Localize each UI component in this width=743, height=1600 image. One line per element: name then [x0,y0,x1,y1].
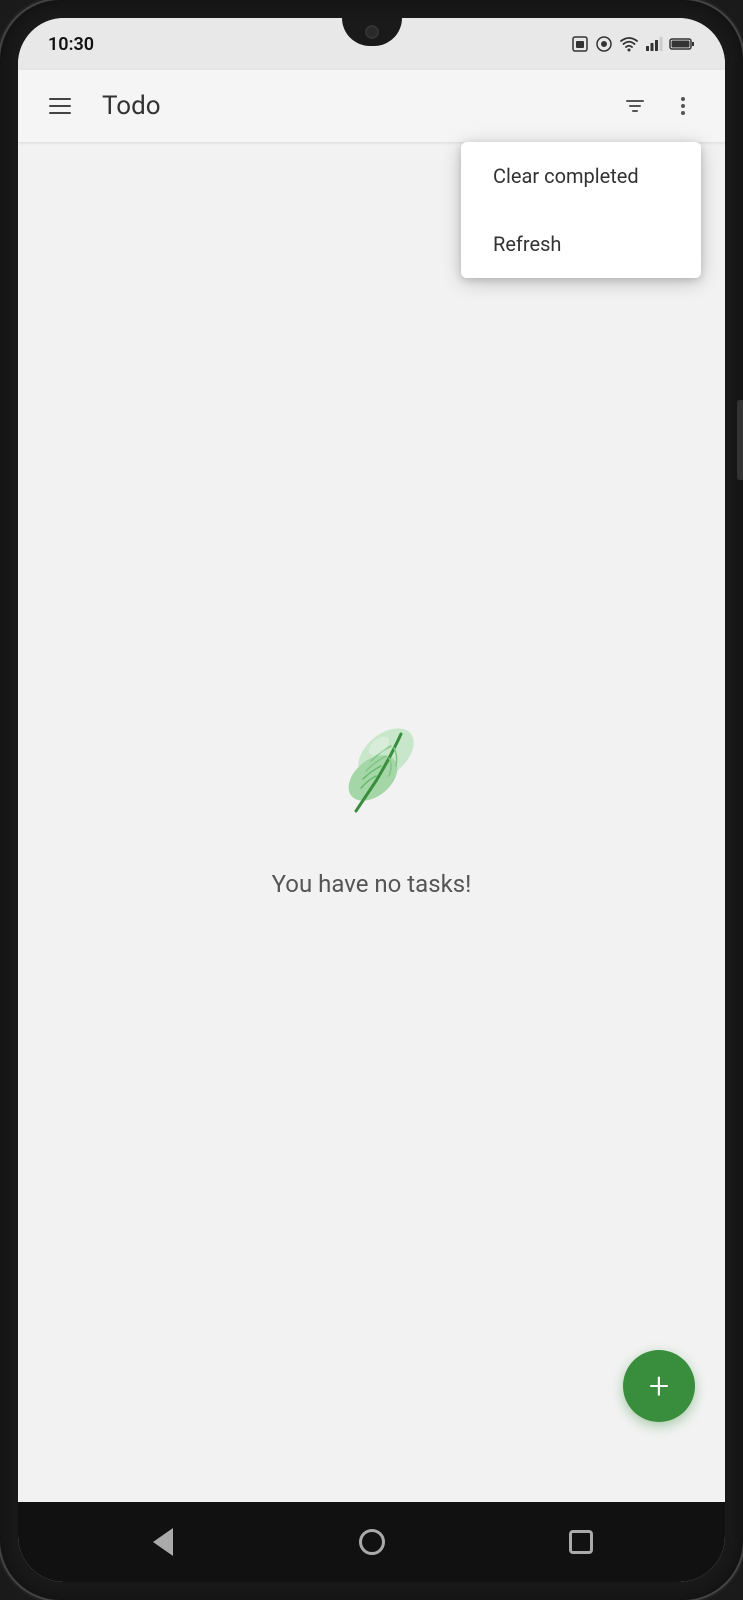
volume-button [737,400,743,480]
phone-screen: 10:30 [18,18,725,1582]
filter-button[interactable] [613,84,657,128]
app-title: Todo [102,91,613,121]
toolbar-actions [613,84,705,128]
main-content: You have no tasks! + [18,142,725,1502]
app-bar: Todo [18,70,725,142]
notification-icon [595,35,613,53]
add-icon: + [649,1368,669,1404]
battery-icon [669,37,695,51]
sim-icon [571,35,589,53]
camera [365,25,379,39]
status-bar: 10:30 [18,18,725,70]
clear-completed-item[interactable]: Clear completed [461,142,701,210]
nav-recents-button[interactable] [559,1520,603,1564]
phone-frame: 10:30 [0,0,743,1600]
empty-state: You have no tasks! [272,706,472,898]
feather-icon [301,706,441,846]
add-task-button[interactable]: + [623,1350,695,1422]
nav-back-button[interactable] [141,1520,185,1564]
menu-button[interactable] [38,84,82,128]
more-icon [681,97,685,115]
wifi-icon [619,36,639,52]
filter-icon [626,100,644,112]
notch [342,18,402,46]
signal-icon [645,36,663,52]
nav-home-button[interactable] [350,1520,394,1564]
dropdown-menu: Clear completed Refresh [461,142,701,278]
empty-message: You have no tasks! [272,870,472,898]
back-icon [153,1528,173,1556]
more-options-button[interactable] [661,84,705,128]
recents-icon [569,1530,593,1554]
refresh-item[interactable]: Refresh [461,210,701,278]
status-icons [571,35,695,53]
status-time: 10:30 [48,34,94,55]
home-icon [359,1529,385,1555]
nav-bar [18,1502,725,1582]
